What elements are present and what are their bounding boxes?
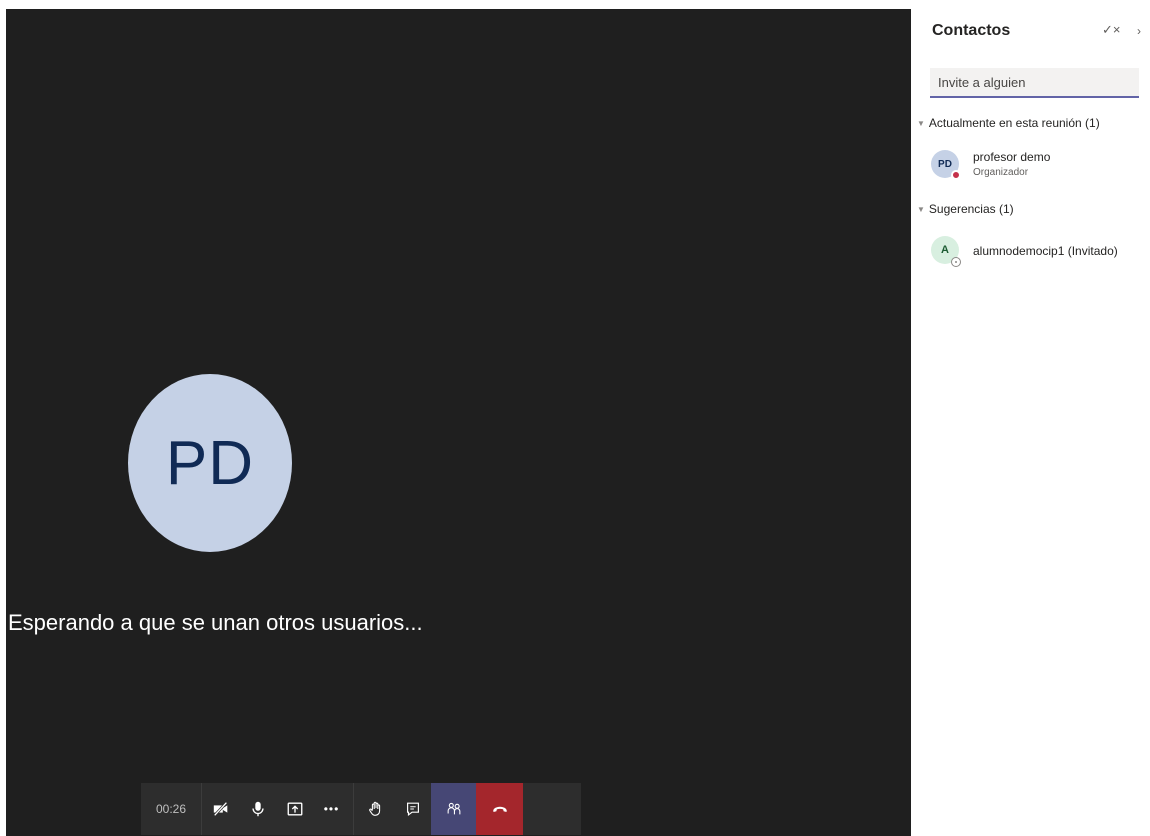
panel-title: Contactos bbox=[932, 22, 1011, 39]
close-panel-icon[interactable]: › bbox=[1137, 24, 1141, 38]
section-label: Actualmente en esta reunión (1) bbox=[928, 116, 1100, 130]
participant-item[interactable]: PD profesor demo Organizador bbox=[931, 150, 1146, 182]
more-options-icon: ••• bbox=[323, 802, 340, 816]
avatar-initials: PD bbox=[165, 428, 255, 498]
share-screen-icon bbox=[286, 800, 304, 818]
section-label: Sugerencias (1) bbox=[928, 202, 1014, 216]
away-status-icon bbox=[951, 257, 961, 267]
chat-button[interactable] bbox=[394, 783, 431, 835]
participants-button[interactable] bbox=[431, 783, 476, 835]
waiting-message: Esperando a que se unan otros usuarios..… bbox=[8, 610, 423, 635]
suggestion-name: alumnodemocip1 (Invitado) bbox=[973, 244, 1118, 258]
section-suggestions[interactable]: ▼ Sugerencias (1) bbox=[917, 202, 1014, 216]
raise-hand-button[interactable] bbox=[357, 783, 394, 835]
caret-down-icon: ▼ bbox=[917, 205, 925, 214]
participant-role: Organizador bbox=[973, 167, 1029, 178]
toolbar-divider bbox=[353, 783, 354, 835]
mark-all-icon[interactable]: ✓× bbox=[1102, 22, 1120, 38]
section-in-meeting[interactable]: ▼ Actualmente en esta reunión (1) bbox=[917, 116, 1100, 130]
busy-status-icon bbox=[951, 170, 961, 180]
participants-icon bbox=[445, 800, 463, 818]
suggestion-item[interactable]: A alumnodemocip1 (Invitado) bbox=[931, 236, 1146, 268]
participant-avatar: PD bbox=[128, 374, 292, 552]
participant-name: profesor demo bbox=[973, 150, 1051, 164]
share-screen-button[interactable] bbox=[276, 783, 313, 835]
camera-toggle-button[interactable] bbox=[202, 783, 239, 835]
contacts-panel: Contactos ✓× › Invite a alguien ▼ Actualm… bbox=[911, 0, 1150, 836]
more-options-button[interactable]: ••• bbox=[313, 783, 350, 835]
call-toolbar: 00:26 ••• bbox=[141, 783, 581, 835]
call-timer: 00:26 bbox=[141, 783, 202, 835]
meeting-stage: PD Esperando a que se unan otros usuario… bbox=[0, 0, 911, 836]
chat-icon bbox=[404, 800, 422, 818]
camera-off-icon bbox=[212, 800, 230, 818]
microphone-icon bbox=[249, 800, 267, 818]
hang-up-icon bbox=[491, 800, 509, 818]
raise-hand-icon bbox=[367, 800, 385, 818]
invite-input[interactable]: Invite a alguien bbox=[930, 68, 1139, 98]
hang-up-button[interactable] bbox=[476, 783, 523, 835]
caret-down-icon: ▼ bbox=[917, 119, 925, 128]
microphone-button[interactable] bbox=[239, 783, 276, 835]
